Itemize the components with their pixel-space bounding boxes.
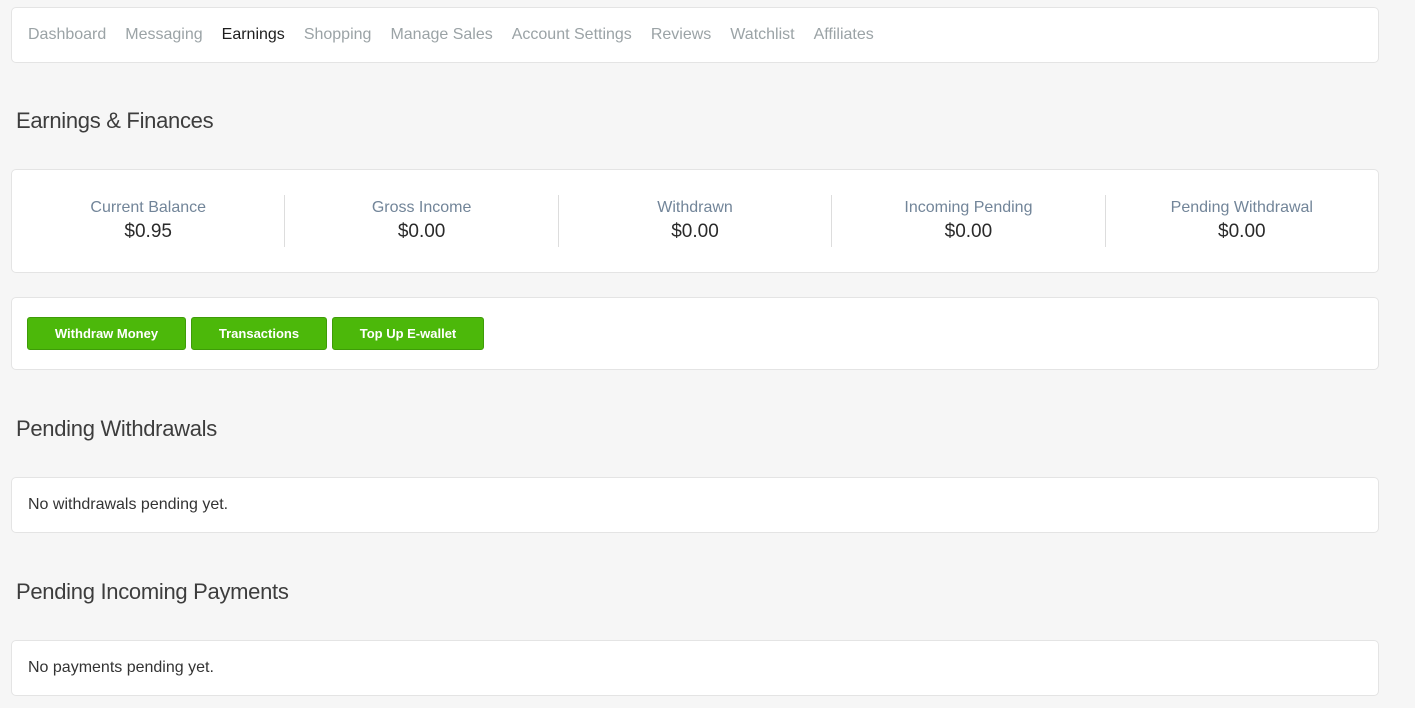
stat-gross-income: Gross Income $0.00	[285, 195, 559, 247]
stat-label: Pending Withdrawal	[1170, 199, 1313, 216]
nav-earnings[interactable]: Earnings	[222, 26, 285, 44]
stat-withdrawn: Withdrawn $0.00	[559, 195, 833, 247]
pending-payments-title: Pending Incoming Payments	[16, 579, 289, 604]
stat-label: Withdrawn	[657, 199, 733, 216]
wallet-actions: Withdraw Money Transactions Top Up E-wal…	[11, 297, 1379, 370]
stat-value: $0.95	[124, 221, 172, 242]
nav-messaging[interactable]: Messaging	[125, 26, 202, 44]
nav-shopping[interactable]: Shopping	[304, 26, 372, 44]
pending-withdrawals-panel: No withdrawals pending yet.	[11, 477, 1379, 533]
stat-incoming-pending: Incoming Pending $0.00	[832, 195, 1106, 247]
nav-manage-sales[interactable]: Manage Sales	[390, 26, 492, 44]
withdraw-money-button[interactable]: Withdraw Money	[27, 317, 186, 350]
stat-value: $0.00	[671, 221, 719, 242]
pending-withdrawals-empty-text: No withdrawals pending yet.	[28, 496, 229, 513]
stat-value: $0.00	[1218, 221, 1266, 242]
nav-watchlist[interactable]: Watchlist	[730, 26, 794, 44]
nav-account-settings[interactable]: Account Settings	[512, 26, 632, 44]
stat-label: Gross Income	[371, 199, 472, 216]
pending-payments-panel: No payments pending yet.	[11, 640, 1379, 696]
balance-summary: Current Balance $0.95 Gross Income $0.00…	[11, 169, 1379, 273]
account-nav-bar: Dashboard Messaging Earnings Shopping Ma…	[11, 7, 1379, 63]
transactions-button[interactable]: Transactions	[191, 317, 327, 350]
earnings-title: Earnings & Finances	[16, 108, 214, 133]
pending-payments-empty-text: No payments pending yet.	[28, 659, 214, 676]
nav-affiliates[interactable]: Affiliates	[814, 26, 874, 44]
stat-label: Current Balance	[90, 199, 207, 216]
stat-pending-withdrawal: Pending Withdrawal $0.00	[1106, 195, 1378, 247]
stat-current-balance: Current Balance $0.95	[12, 195, 286, 247]
pending-withdrawals-title: Pending Withdrawals	[16, 416, 217, 441]
top-up-e-wallet-button[interactable]: Top Up E-wallet	[332, 317, 484, 350]
nav-dashboard[interactable]: Dashboard	[28, 26, 106, 44]
stat-value: $0.00	[944, 221, 993, 242]
stat-label: Incoming Pending	[904, 199, 1033, 216]
nav-reviews[interactable]: Reviews	[651, 26, 711, 44]
stat-value: $0.00	[397, 221, 446, 242]
